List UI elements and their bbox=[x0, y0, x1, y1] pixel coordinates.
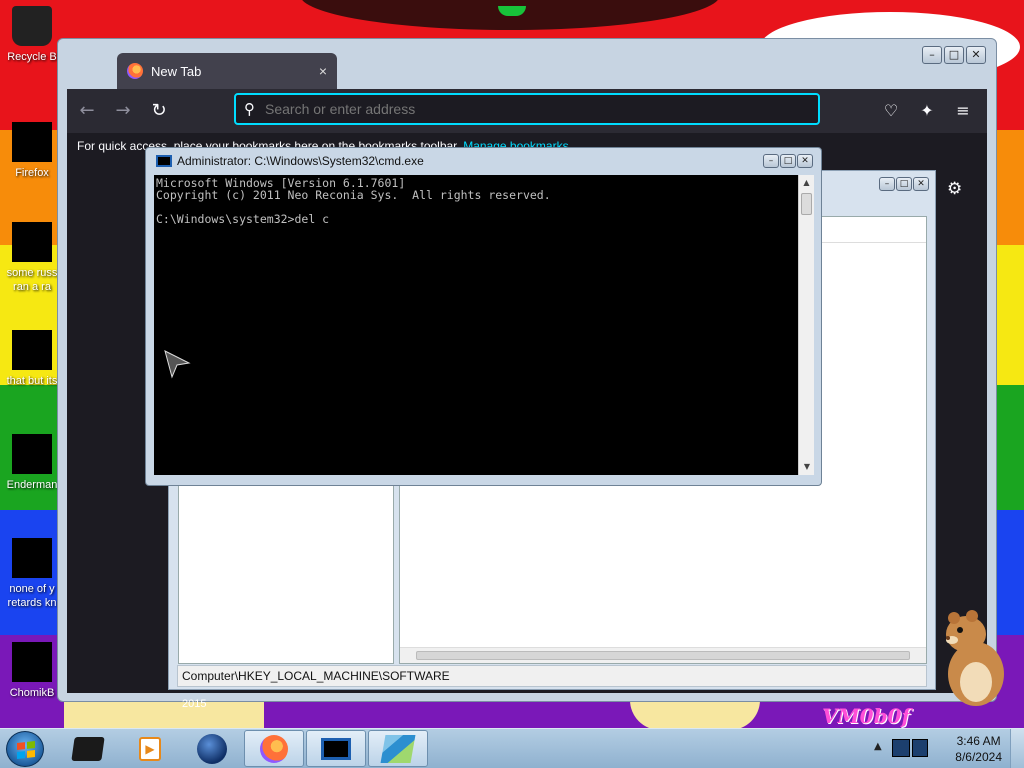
maximize-button[interactable]: □ bbox=[896, 177, 912, 191]
file-icon bbox=[12, 330, 52, 370]
firefox-favicon-icon bbox=[127, 63, 143, 79]
window-controls: – □ ✕ bbox=[879, 177, 929, 191]
speaker-icon[interactable] bbox=[912, 739, 928, 757]
windows-logo-icon bbox=[17, 741, 35, 759]
close-button[interactable]: ✕ bbox=[913, 177, 929, 191]
horizontal-scrollbar[interactable] bbox=[400, 647, 926, 663]
taskbar-item-browser[interactable] bbox=[182, 730, 242, 767]
minimize-button[interactable]: – bbox=[763, 154, 779, 168]
extensions-icon[interactable]: ✦ bbox=[911, 95, 943, 127]
media-player-icon: ▶ bbox=[139, 736, 161, 761]
file-icon bbox=[12, 222, 52, 262]
minimize-button[interactable]: – bbox=[922, 46, 942, 64]
desktop-icon-file-2[interactable]: that but its bbox=[0, 330, 64, 388]
firefox-shortcut-icon bbox=[12, 122, 52, 162]
cmd-title: Administrator: C:\Windows\System32\cmd.e… bbox=[177, 154, 424, 168]
desktop-icon-label: some russ ran a ra bbox=[6, 267, 58, 293]
url-bar[interactable]: ⚲ bbox=[234, 93, 820, 125]
recycle-bin-icon bbox=[12, 6, 52, 46]
start-button[interactable] bbox=[6, 731, 44, 767]
scrollbar-thumb[interactable] bbox=[801, 193, 812, 215]
menu-icon[interactable]: ≡ bbox=[947, 95, 979, 127]
taskbar-item-firefox[interactable] bbox=[244, 730, 304, 767]
toolbar-right: ♡ ✦ ≡ bbox=[875, 95, 979, 127]
mouse-cursor-icon bbox=[164, 350, 191, 379]
taskbar-item-cmd[interactable] bbox=[306, 730, 366, 767]
console-output[interactable]: Microsoft Windows [Version 6.1.7601] Cop… bbox=[154, 175, 798, 475]
desktop-icon-enderman[interactable]: Enderman bbox=[0, 434, 64, 492]
wallpaper-year: 2015 bbox=[182, 698, 207, 710]
tab-bar: New Tab × bbox=[66, 45, 986, 89]
window-controls: – □ ✕ bbox=[922, 46, 986, 64]
close-button[interactable]: ✕ bbox=[797, 154, 813, 168]
desktop-icon-chomik[interactable]: ChomikB bbox=[0, 642, 64, 700]
desktop-icon-label: that but its bbox=[6, 375, 58, 387]
desktop-icon-label: Firefox bbox=[15, 167, 49, 179]
taskbar: ▶ ▲ 3:46 AM 8/6/2024 bbox=[0, 728, 1024, 768]
tray-arrow-icon[interactable]: ▲ bbox=[874, 741, 882, 752]
taskbar-item-media-player[interactable]: ▶ bbox=[120, 730, 180, 767]
explorer-icon bbox=[71, 736, 105, 761]
cmd-window: Administrator: C:\Windows\System32\cmd.e… bbox=[145, 147, 822, 486]
desktop-icon-label: Enderman bbox=[6, 479, 58, 491]
taskbar-item-explorer[interactable] bbox=[58, 730, 118, 767]
vertical-scrollbar[interactable]: ▲ ▼ bbox=[798, 175, 814, 475]
close-button[interactable]: ✕ bbox=[966, 46, 986, 64]
desktop-icon-recycle-bin[interactable]: Recycle B bbox=[0, 6, 64, 64]
system-tray: ▲ 3:46 AM 8/6/2024 bbox=[864, 729, 1024, 768]
cmd-titlebar[interactable]: Administrator: C:\Windows\System32\cmd.e… bbox=[146, 148, 821, 174]
scroll-up-icon[interactable]: ▲ bbox=[799, 175, 814, 191]
maximize-button[interactable]: □ bbox=[780, 154, 796, 168]
search-icon: ⚲ bbox=[244, 100, 255, 118]
maximize-button[interactable]: □ bbox=[944, 46, 964, 64]
desktop-icon-label: ChomikB bbox=[9, 687, 55, 699]
tab-close-icon[interactable]: × bbox=[319, 63, 327, 79]
wallpaper-text: VM0b0f bbox=[822, 704, 911, 728]
scrollbar-thumb[interactable] bbox=[416, 651, 910, 660]
tab-title: New Tab bbox=[151, 63, 202, 79]
back-icon[interactable]: ← bbox=[71, 95, 103, 127]
app-icon bbox=[12, 642, 52, 682]
forward-icon[interactable]: → bbox=[107, 95, 139, 127]
tab-new-tab[interactable]: New Tab × bbox=[117, 53, 337, 89]
show-desktop-button[interactable] bbox=[1010, 729, 1024, 768]
clock-time: 3:46 AM bbox=[956, 734, 1001, 748]
desktop-icon-file-1[interactable]: some russ ran a ra bbox=[0, 222, 64, 294]
clock[interactable]: 3:46 AM 8/6/2024 bbox=[955, 733, 1002, 765]
regedit-icon bbox=[380, 734, 416, 763]
network-icon[interactable] bbox=[892, 739, 910, 757]
window-controls: – □ ✕ bbox=[763, 154, 813, 168]
clock-date: 8/6/2024 bbox=[955, 750, 1002, 764]
desktop-icon-label: Recycle B bbox=[7, 51, 57, 63]
desktop-icon-file-3[interactable]: none of y retards kn bbox=[0, 538, 64, 610]
cmd-icon bbox=[156, 155, 172, 167]
nav-toolbar: ← → ↻ ⚲ ♡ ✦ ≡ bbox=[67, 89, 987, 133]
hamster-image bbox=[946, 610, 1004, 706]
cmd-icon bbox=[321, 737, 351, 760]
url-input[interactable] bbox=[265, 101, 785, 117]
reload-icon[interactable]: ↻ bbox=[143, 95, 175, 127]
minimize-button[interactable]: – bbox=[879, 177, 895, 191]
browser-globe-icon bbox=[197, 733, 227, 764]
firefox-icon bbox=[260, 734, 288, 763]
scroll-down-icon[interactable]: ▼ bbox=[799, 459, 815, 475]
desktop-icon-firefox[interactable]: Firefox bbox=[0, 122, 64, 180]
app-icon bbox=[12, 434, 52, 474]
taskbar-item-regedit[interactable] bbox=[368, 730, 428, 767]
file-icon bbox=[12, 538, 52, 578]
pocket-icon[interactable]: ♡ bbox=[875, 95, 907, 127]
gear-icon[interactable]: ⚙ bbox=[947, 179, 962, 199]
desktop-icon-label: none of y retards kn bbox=[7, 583, 57, 609]
status-bar: Computer\HKEY_LOCAL_MACHINE\SOFTWARE bbox=[177, 665, 927, 687]
